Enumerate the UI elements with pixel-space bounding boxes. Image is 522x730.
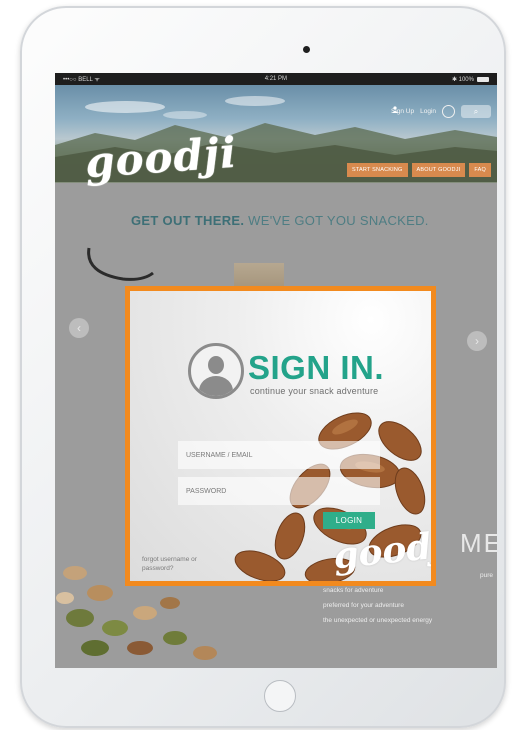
camera-icon	[303, 46, 310, 53]
login-link[interactable]: Login	[420, 108, 436, 115]
username-email-input[interactable]	[178, 441, 380, 469]
forgot-credentials-link[interactable]: forgot username or password?	[142, 555, 212, 573]
sign-in-subtitle: continue your snack adventure	[250, 386, 379, 396]
user-icon[interactable]	[391, 105, 455, 118]
status-battery-group: ✱ 100%	[452, 76, 489, 83]
header-top-links: Sign Up Login ⌕	[391, 105, 491, 118]
tagline: GET OUT THERE. WE'VE GOT YOU SNACKED.	[131, 213, 429, 228]
home-button[interactable]	[264, 680, 296, 712]
status-time: 4:21 PM	[264, 76, 288, 82]
password-input[interactable]	[178, 477, 380, 505]
login-button[interactable]: LOGIN	[323, 512, 375, 529]
tagline-bold: GET OUT THERE.	[131, 213, 245, 228]
avatar-head	[208, 356, 224, 374]
avatar-body	[199, 376, 233, 396]
nav-about-goodji[interactable]: ABOUT GOODJI	[411, 163, 466, 177]
section-text-line: preferred for your adventure	[323, 602, 404, 609]
nav-start-snacking[interactable]: START SNACKING	[347, 163, 408, 177]
section-text-line: the unexpected or unexpected energy	[323, 617, 433, 624]
status-carrier: •••○○ BELL ᯤ	[63, 77, 100, 83]
battery-icon	[476, 76, 489, 82]
avatar-icon	[188, 343, 244, 399]
chevron-right-icon[interactable]: ›	[467, 331, 487, 351]
tagline-rest: WE'VE GOT YOU SNACKED.	[244, 213, 429, 228]
sign-in-modal: SIGN IN. continue your snack adventure L…	[125, 286, 436, 586]
chevron-left-icon[interactable]: ‹	[69, 318, 89, 338]
status-battery: ✱ 100%	[451, 76, 474, 83]
search-icon[interactable]: ⌕	[461, 105, 491, 118]
section-heading: ME	[460, 528, 497, 558]
main-nav: START SNACKING ABOUT GOODJI FAQ	[347, 163, 491, 177]
nav-faq[interactable]: FAQ	[469, 163, 491, 177]
status-bar: •••○○ BELL ᯤ 4:21 PM ✱ 100%	[55, 73, 497, 85]
sign-in-title: SIGN IN.	[248, 349, 385, 386]
